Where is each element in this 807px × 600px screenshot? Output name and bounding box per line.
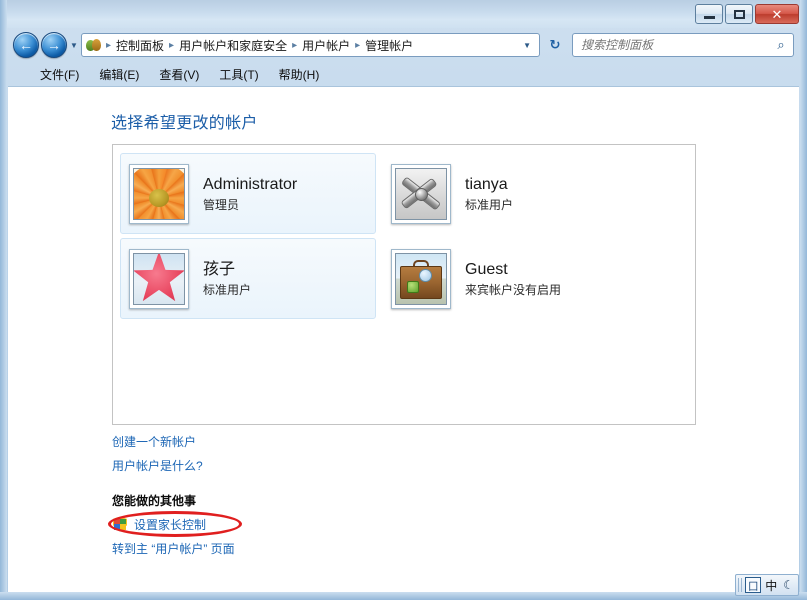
account-text: Guest 来宾帐户没有启用 <box>465 260 629 298</box>
ime-input-method-icon[interactable]: 囗 <box>745 577 762 593</box>
account-item-child[interactable]: 孩子 标准用户 <box>120 238 376 319</box>
breadcrumb-chevron-down-icon[interactable]: ▼ <box>521 41 537 50</box>
breadcrumb-item-manage-accounts[interactable]: 管理帐户 <box>362 35 416 56</box>
menu-item-tools[interactable]: 工具(T) <box>209 64 268 85</box>
account-picture-flower-icon <box>129 163 189 224</box>
control-panel-window: ✕ ← → ▼ ▸ 控制面板 ▸ 用户帐户和家庭安全 ▸ 用户帐户 ▸ 管理帐户… <box>0 0 807 600</box>
account-list-panel: Administrator 管理员 tianya 标准用户 孩子 标准用户 Gu… <box>112 144 696 425</box>
menu-item-help[interactable]: 帮助(H) <box>269 64 330 85</box>
account-name: Guest <box>465 260 508 278</box>
ime-language-bar[interactable]: 囗 中 ☾ <box>735 574 799 596</box>
account-picture-starfish-icon <box>129 248 189 309</box>
account-role: 管理员 <box>203 197 240 212</box>
window-frame-bottom <box>0 592 807 600</box>
link-what-is-a-user-account[interactable]: 用户帐户是什么? <box>112 457 203 474</box>
breadcrumb-item-control-panel[interactable]: 控制面板 <box>113 35 167 56</box>
search-input[interactable] <box>581 38 773 52</box>
search-box[interactable]: ⌕ <box>572 33 794 57</box>
ime-mode-label[interactable]: 中 <box>765 577 777 594</box>
search-icon: ⌕ <box>777 37 785 52</box>
chevron-down-icon: ▼ <box>70 40 78 50</box>
recent-pages-dropdown[interactable]: ▼ <box>67 41 81 50</box>
page-content: 选择希望更改的帐户 Administrator 管理员 tianya 标准用户 … <box>8 86 799 592</box>
account-picture-briefcase-icon <box>391 248 451 309</box>
refresh-icon: ↻ <box>549 37 561 52</box>
link-go-to-user-accounts-main[interactable]: 转到主 “用户帐户” 页面 <box>112 540 235 557</box>
maximize-icon <box>733 9 745 19</box>
account-item-tianya[interactable]: tianya 标准用户 <box>382 153 638 234</box>
back-arrow-icon: ← <box>19 37 33 53</box>
account-role: 标准用户 <box>465 197 514 212</box>
close-button[interactable]: ✕ <box>755 4 799 24</box>
breadcrumb-separator: ▸ <box>106 39 112 51</box>
link-set-up-parental-controls[interactable]: 设置家长控制 <box>134 516 206 533</box>
account-role: 标准用户 <box>203 282 252 297</box>
breadcrumb-separator: ▸ <box>292 39 298 51</box>
window-frame-left <box>0 0 7 600</box>
control-panel-icon <box>86 37 102 53</box>
menu-item-edit[interactable]: 编辑(E) <box>89 64 149 85</box>
menu-item-view[interactable]: 查看(V) <box>149 64 209 85</box>
shield-icon <box>112 516 128 533</box>
account-picture-tools-icon <box>391 163 451 224</box>
account-text: Administrator 管理员 <box>203 175 367 213</box>
account-name: 孩子 <box>203 260 236 278</box>
maximize-button[interactable] <box>725 4 753 24</box>
menu-item-file[interactable]: 文件(F) <box>30 64 89 85</box>
breadcrumb-separator: ▸ <box>355 39 361 51</box>
close-icon: ✕ <box>771 6 783 22</box>
address-bar: ← → ▼ ▸ 控制面板 ▸ 用户帐户和家庭安全 ▸ 用户帐户 ▸ 管理帐户 ▼… <box>7 28 800 62</box>
minimize-icon <box>703 16 715 19</box>
account-item-guest[interactable]: Guest 来宾帐户没有启用 <box>382 238 638 319</box>
page-title: 选择希望更改的帐户 <box>111 115 258 132</box>
caption-button-group: ✕ <box>695 4 799 24</box>
breadcrumb[interactable]: ▸ 控制面板 ▸ 用户帐户和家庭安全 ▸ 用户帐户 ▸ 管理帐户 ▼ <box>81 33 540 57</box>
forward-button[interactable]: → <box>41 32 67 58</box>
breadcrumb-separator: ▸ <box>169 39 175 51</box>
other-things-heading: 您能做的其他事 <box>112 494 197 508</box>
account-text: tianya 标准用户 <box>465 175 629 213</box>
account-text: 孩子 标准用户 <box>203 260 367 298</box>
forward-arrow-icon: → <box>47 37 61 53</box>
account-name: tianya <box>465 175 508 193</box>
window-frame-right <box>800 0 807 600</box>
account-item-administrator[interactable]: Administrator 管理员 <box>120 153 376 234</box>
account-grid: Administrator 管理员 tianya 标准用户 孩子 标准用户 Gu… <box>113 145 695 327</box>
refresh-button[interactable]: ↻ <box>544 34 566 56</box>
moon-icon[interactable]: ☾ <box>783 578 794 592</box>
minimize-button[interactable] <box>695 4 723 24</box>
ime-drag-handle[interactable] <box>738 578 743 592</box>
menu-bar: 文件(F) 编辑(E) 查看(V) 工具(T) 帮助(H) <box>8 63 799 85</box>
breadcrumb-item-user-accounts[interactable]: 用户帐户 <box>299 35 353 56</box>
parental-controls-row[interactable]: 设置家长控制 <box>112 516 206 533</box>
back-button[interactable]: ← <box>13 32 39 58</box>
title-bar <box>0 0 807 28</box>
breadcrumb-item-user-accounts-family-safety[interactable]: 用户帐户和家庭安全 <box>176 35 290 56</box>
account-name: Administrator <box>203 175 298 193</box>
account-role: 来宾帐户没有启用 <box>465 282 562 297</box>
link-create-new-account[interactable]: 创建一个新帐户 <box>112 433 196 450</box>
